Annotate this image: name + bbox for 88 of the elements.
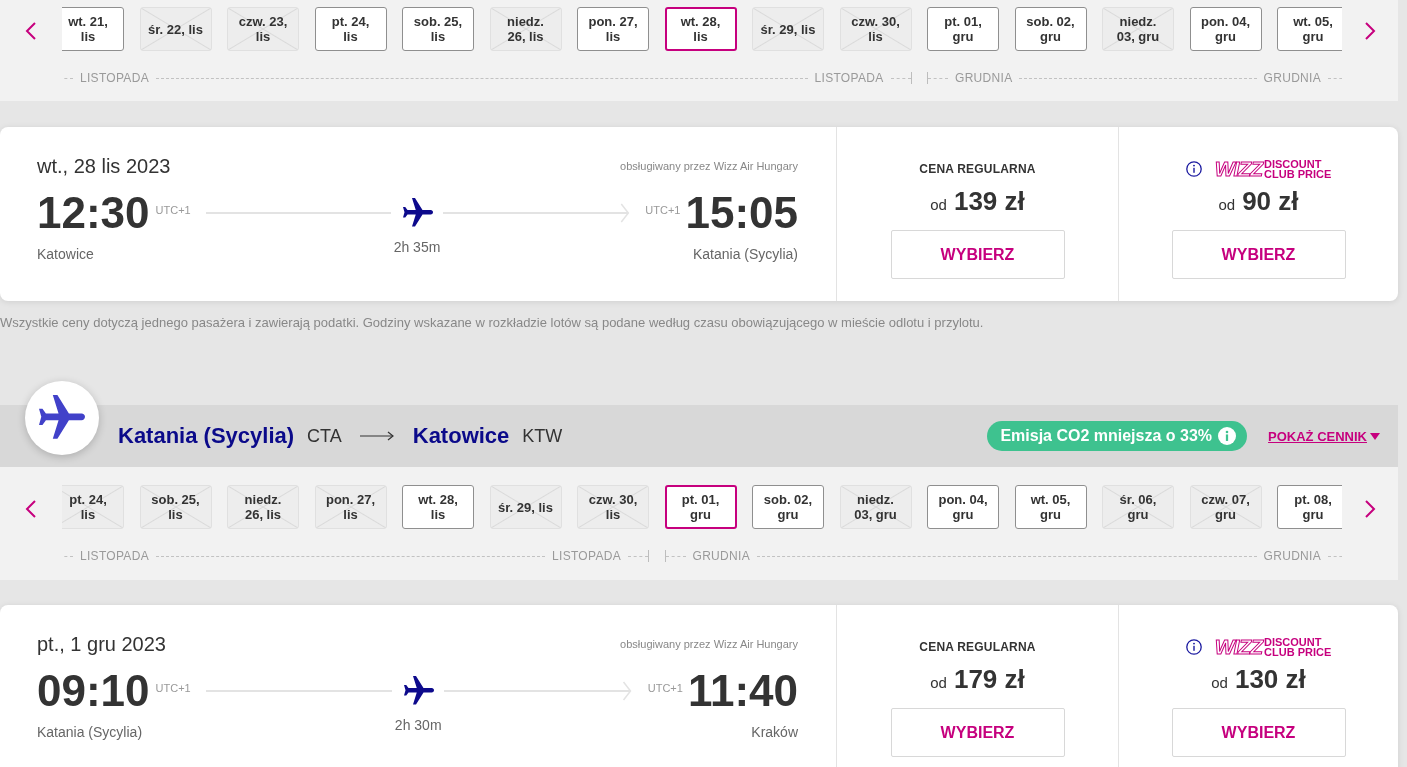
select-button[interactable]: WYBIERZ: [1171, 708, 1346, 757]
co2-text: Emisja CO2 mniejsza o 33%: [1000, 427, 1213, 445]
airplane-icon: [403, 198, 433, 228]
month-label: LISTOPADA: [552, 549, 621, 563]
date-button[interactable]: wt. 28, lis: [402, 485, 474, 529]
departure-time: 09:10: [37, 666, 150, 716]
date-button[interactable]: niedz. 26, lis: [489, 7, 562, 51]
date-button[interactable]: czw. 07, gru: [1189, 485, 1262, 529]
date-button[interactable]: niedz. 26, lis: [227, 485, 299, 529]
arrival-time: 15:05: [685, 188, 798, 238]
price-prefix: od: [1211, 674, 1228, 691]
chevron-right-icon: [1364, 499, 1376, 519]
date-button[interactable]: czw. 30, lis: [577, 485, 649, 529]
date-button[interactable]: pon. 04, gru: [927, 485, 999, 529]
fare-price: 90 zł: [1242, 185, 1299, 217]
operator-text: obsługiwany przez Wizz Air Hungary: [620, 160, 798, 172]
date-button[interactable]: śr. 06, gru: [1102, 485, 1174, 529]
date-button[interactable]: pt. 01, gru: [927, 7, 999, 51]
airplane-icon: [25, 381, 99, 455]
operator-text: obsługiwany przez Wizz Air Hungary: [620, 638, 798, 650]
price-prefix: od: [930, 196, 947, 213]
month-label: LISTOPADA: [814, 71, 884, 85]
date-button[interactable]: czw. 30, lis: [839, 7, 912, 51]
airplane-icon: [404, 676, 435, 706]
date-button[interactable]: wt. 21, lis: [62, 7, 124, 51]
date-button[interactable]: pt. 24, lis: [314, 7, 387, 51]
caret-down-icon: [1370, 432, 1380, 440]
arrival-city: Kraków: [751, 723, 798, 741]
date-button[interactable]: wt. 05, gru: [1277, 7, 1342, 51]
timezone-label: UTC+1: [155, 682, 191, 694]
arrival-city: Katania (Sycylia): [692, 245, 798, 263]
date-button[interactable]: sob. 02, gru: [752, 485, 824, 529]
date-button[interactable]: śr. 29, lis: [489, 485, 562, 529]
flight-date: pt., 1 gru 2023: [37, 632, 166, 656]
origin-city: Katania (Sycylia): [118, 423, 295, 449]
chevron-left-icon: [25, 499, 37, 519]
month-label: LISTOPADA: [80, 549, 149, 563]
fare-title: CENA REGULARNA: [919, 640, 1036, 654]
date-button[interactable]: wt. 28, lis: [664, 7, 737, 51]
price-prefix: od: [1218, 196, 1236, 213]
departure-city: Katania (Sycylia): [37, 723, 143, 741]
select-button[interactable]: WYBIERZ: [1171, 230, 1346, 279]
month-label: GRUDNIA: [1263, 549, 1321, 563]
date-button[interactable]: pt. 24, lis: [62, 485, 124, 529]
flight-date: wt., 28 lis 2023: [37, 154, 171, 178]
price-list-link[interactable]: POKAŻ CENNIK: [1268, 428, 1380, 444]
timezone-label: UTC+1: [647, 682, 683, 694]
price-note: Wszystkie ceny dotyczą jednego pasażera i zawierają podatki. Godziny wskazane w rozkładzie lotów są podane według czasu obowiązującego w mieście odlotu i przylotu.: [0, 315, 985, 331]
price-prefix: od: [930, 674, 947, 691]
chevron-left-icon: [25, 21, 37, 41]
fare-price: 179 zł: [953, 663, 1025, 695]
date-button[interactable]: sob. 02, gru: [1014, 7, 1087, 51]
date-button[interactable]: pt. 01, gru: [664, 485, 737, 529]
date-button[interactable]: śr. 22, lis: [139, 7, 212, 51]
fare-price: 130 zł: [1234, 663, 1306, 695]
destination-city: Katowice: [412, 423, 510, 449]
date-button[interactable]: pon. 27, lis: [577, 7, 649, 51]
timezone-label: UTC+1: [645, 204, 681, 216]
flight-duration: 2h 35m: [393, 238, 441, 256]
departure-time: 12:30: [37, 188, 150, 238]
select-button[interactable]: WYBIERZ: [890, 230, 1065, 279]
date-button[interactable]: czw. 23, lis: [227, 7, 299, 51]
date-button[interactable]: niedz. 03, gru: [839, 485, 912, 529]
select-button[interactable]: WYBIERZ: [890, 708, 1065, 757]
date-button[interactable]: pon. 04, gru: [1189, 7, 1262, 51]
info-icon[interactable]: [1185, 161, 1202, 177]
date-button[interactable]: śr. 29, lis: [752, 7, 824, 51]
date-button[interactable]: sob. 25, lis: [402, 7, 474, 51]
airport-code: CTA: [307, 425, 342, 447]
month-label: GRUDNIA: [955, 71, 1013, 85]
date-button[interactable]: pon. 27, lis: [314, 485, 387, 529]
airport-code: KTW: [522, 425, 563, 447]
date-button[interactable]: pt. 08, gru: [1277, 485, 1342, 529]
timezone-label: UTC+1: [155, 204, 191, 216]
info-icon[interactable]: [1185, 639, 1202, 655]
arrow-icon: [359, 431, 394, 441]
fare-price: 139 zł: [953, 185, 1025, 217]
arrival-time: 11:40: [687, 666, 798, 716]
date-button[interactable]: niedz. 03, gru: [1102, 7, 1174, 51]
fare-title: CENA REGULARNA: [919, 162, 1036, 176]
flight-duration: 2h 30m: [394, 716, 442, 734]
month-label: GRUDNIA: [692, 549, 750, 563]
month-label: GRUDNIA: [1263, 71, 1321, 85]
date-button[interactable]: wt. 05, gru: [1014, 485, 1087, 529]
departure-city: Katowice: [37, 245, 94, 263]
date-button[interactable]: sob. 25, lis: [139, 485, 212, 529]
month-label: LISTOPADA: [80, 71, 149, 85]
chevron-right-icon: [1364, 21, 1376, 41]
